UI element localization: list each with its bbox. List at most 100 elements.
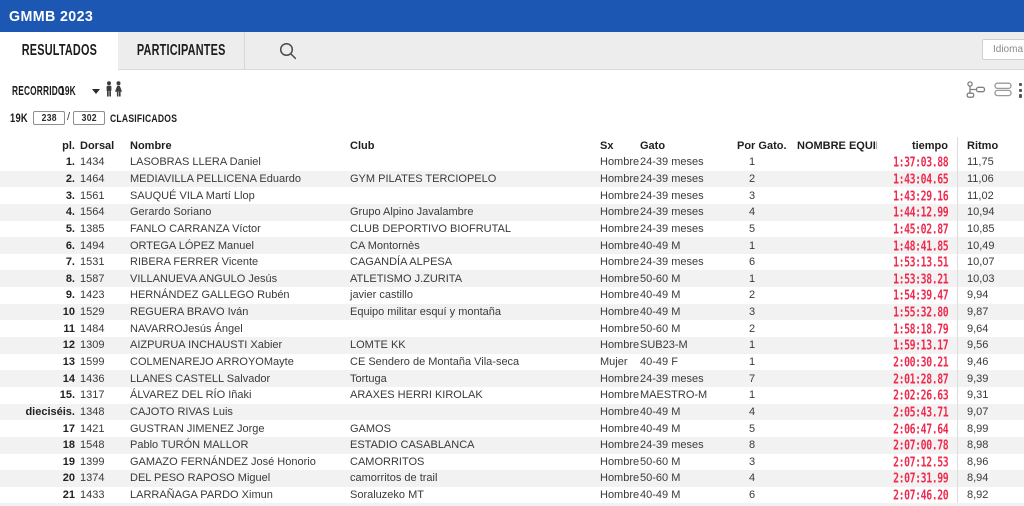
app-title: GMMB 2023 — [9, 8, 93, 25]
cell-equipo — [797, 171, 877, 188]
tab-resultados[interactable]: RESULTADOS — [0, 32, 118, 70]
cell-sx: Hombre — [598, 320, 640, 337]
checkpoints-icon[interactable] — [966, 81, 986, 98]
cell-gato: 40-49 M — [640, 420, 737, 437]
clasificados-label: CLASIFICADOS — [110, 113, 177, 125]
table-row[interactable]: 181548Pablo TURÓN MALLORESTADIO CASABLAN… — [0, 437, 1024, 454]
cell-gato: 50-60 M — [640, 454, 737, 471]
list-view-icon[interactable] — [994, 82, 1012, 97]
table-row[interactable]: 4.1564Gerardo SorianoGrupo Alpino Javala… — [0, 204, 1024, 221]
column-header-pl[interactable]: pl. — [0, 137, 75, 154]
cell-tiempo: 2:06:47.64 — [877, 420, 957, 437]
cell-club: CA Montornès — [348, 237, 598, 254]
column-header-nombre[interactable]: Nombre — [128, 137, 348, 154]
cell-tiempo: 1:43:29.16 — [877, 187, 957, 204]
column-header-por_gato[interactable]: Por Gato. — [737, 137, 797, 154]
cell-sx: Hombre — [598, 470, 640, 487]
table-row[interactable]: 5.1385FANLO CARRANZA VíctorCLUB DEPORTIV… — [0, 221, 1024, 238]
time-value: 1:53:13.51 — [893, 255, 948, 270]
column-header-tiempo[interactable]: tiempo — [877, 137, 957, 154]
people-icon[interactable] — [103, 81, 125, 97]
table-row[interactable]: 15.1317ÁLVAREZ DEL RÍO IñakiARAXES HERRI… — [0, 387, 1024, 404]
column-header-ritmo[interactable]: Ritmo — [957, 137, 1024, 154]
table-row[interactable]: 111484NAVARROJesús ÁngelHombre50-60 M21:… — [0, 320, 1024, 337]
cell-pl: 11 — [0, 320, 75, 337]
cell-club: Tortuga — [348, 370, 598, 387]
table-row[interactable]: 3.1561SAUQUÉ VILA Martí LlopHombre24-39 … — [0, 187, 1024, 204]
table-row[interactable]: 121309AIZPURUA INCHAUSTI XabierLOMTE KKH… — [0, 337, 1024, 354]
column-header-dorsal[interactable]: Dorsal — [75, 137, 128, 154]
cell-equipo — [797, 204, 877, 221]
cell-tiempo: 1:44:12.99 — [877, 204, 957, 221]
table-row[interactable]: 211433LARRAÑAGA PARDO XimunSoraluzeko MT… — [0, 487, 1024, 504]
cell-equipo — [797, 420, 877, 437]
cell-club: CAGANDÍA ALPESA — [348, 254, 598, 271]
cell-sx: Hombre — [598, 404, 640, 421]
cell-nombre: FANLO CARRANZA Víctor — [128, 221, 348, 238]
more-menu-icon[interactable] — [1019, 83, 1024, 100]
table-row[interactable]: 131599COLMENAREJO ARROYOMayteCE Sendero … — [0, 354, 1024, 371]
time-value: 2:00:30.21 — [893, 354, 948, 369]
tab-participantes[interactable]: PARTICIPANTES — [118, 32, 245, 69]
time-value: 1:43:29.16 — [893, 188, 948, 203]
cell-gato: 50-60 M — [640, 320, 737, 337]
cell-tiempo: 1:45:02.87 — [877, 221, 957, 238]
cell-por_gato: 4 — [737, 204, 797, 221]
table-row[interactable]: 2.1464MEDIAVILLA PELLICENA EduardoGYM PI… — [0, 171, 1024, 188]
cell-sx: Hombre — [598, 154, 640, 171]
time-value: 1:43:04.65 — [893, 171, 948, 186]
table-row[interactable]: 8.1587VILLANUEVA ANGULO JesúsATLETISMO J… — [0, 270, 1024, 287]
tab-resultados-label: RESULTADOS — [21, 42, 96, 60]
cell-club: Soraluzeko MT — [348, 487, 598, 504]
column-header-club[interactable]: Club — [348, 137, 598, 154]
recorrido-label: RECORRIDO — [12, 83, 65, 98]
table-row[interactable]: 6.1494ORTEGA LÓPEZ ManuelCA MontornèsHom… — [0, 237, 1024, 254]
cell-tiempo: 1:55:32.80 — [877, 304, 957, 321]
table-row[interactable]: 191399GAMAZO FERNÁNDEZ José HonorioCAMOR… — [0, 454, 1024, 471]
cell-nombre: AIZPURUA INCHAUSTI Xabier — [128, 337, 348, 354]
table-row[interactable]: 141436LLANES CASTELL SalvadorTortugaHomb… — [0, 370, 1024, 387]
cell-pl: 9. — [0, 287, 75, 304]
time-value: 1:53:38.21 — [893, 271, 948, 286]
table-row[interactable]: dieciséis.1348CAJOTO RIVAS LuisHombre40-… — [0, 404, 1024, 421]
cell-sx: Hombre — [598, 437, 640, 454]
language-button[interactable]: Idioma — [982, 39, 1024, 60]
cell-dorsal: 1436 — [75, 370, 128, 387]
cell-tiempo: 1:53:13.51 — [877, 254, 957, 271]
time-value: 1:37:03.88 — [893, 155, 948, 170]
cell-tiempo: 1:54:39.47 — [877, 287, 957, 304]
cell-sx: Hombre — [598, 270, 640, 287]
table-row[interactable]: 1.1434LASOBRAS LLERA DanielHombre24-39 m… — [0, 154, 1024, 171]
cell-pl: 6. — [0, 237, 75, 254]
cell-dorsal: 1423 — [75, 287, 128, 304]
cell-por_gato: 6 — [737, 487, 797, 504]
column-header-sx[interactable]: Sx — [598, 137, 640, 154]
cell-por_gato: 1 — [737, 154, 797, 171]
cell-dorsal: 1317 — [75, 387, 128, 404]
cell-ritmo: 8,94 — [957, 470, 1024, 487]
cell-gato: 24-39 meses — [640, 254, 737, 271]
table-row[interactable]: 9.1423HERNÁNDEZ GALLEGO Rubénjavier cast… — [0, 287, 1024, 304]
cell-pl: 2. — [0, 171, 75, 188]
time-value: 2:05:43.71 — [893, 404, 948, 419]
table-row[interactable]: 201374DEL PESO RAPOSO Miguelcamorritos d… — [0, 470, 1024, 487]
cell-equipo — [797, 437, 877, 454]
cell-sx: Hombre — [598, 387, 640, 404]
cell-equipo — [797, 187, 877, 204]
table-row[interactable]: 171421GUSTRAN JIMENEZ JorgeGAMOSHombre40… — [0, 420, 1024, 437]
cell-tiempo: 1:59:13.17 — [877, 337, 957, 354]
cell-sx: Hombre — [598, 454, 640, 471]
search-button[interactable] — [245, 32, 331, 69]
cell-gato: 24-39 meses — [640, 187, 737, 204]
cell-pl: 12 — [0, 337, 75, 354]
cell-ritmo: 11,02 — [957, 187, 1024, 204]
cell-dorsal: 1587 — [75, 270, 128, 287]
cell-equipo — [797, 221, 877, 238]
cell-pl: 18 — [0, 437, 75, 454]
table-row[interactable]: 7.1531RIBERA FERRER VicenteCAGANDÍA ALPE… — [0, 254, 1024, 271]
column-header-equipo[interactable]: NOMBRE EQUIPO — [797, 137, 877, 154]
table-row[interactable]: 101529REGUERA BRAVO IvánEquipo militar e… — [0, 304, 1024, 321]
column-header-gato[interactable]: Gato — [640, 137, 737, 154]
cell-pl: 20 — [0, 470, 75, 487]
cell-tiempo: 2:01:28.87 — [877, 370, 957, 387]
